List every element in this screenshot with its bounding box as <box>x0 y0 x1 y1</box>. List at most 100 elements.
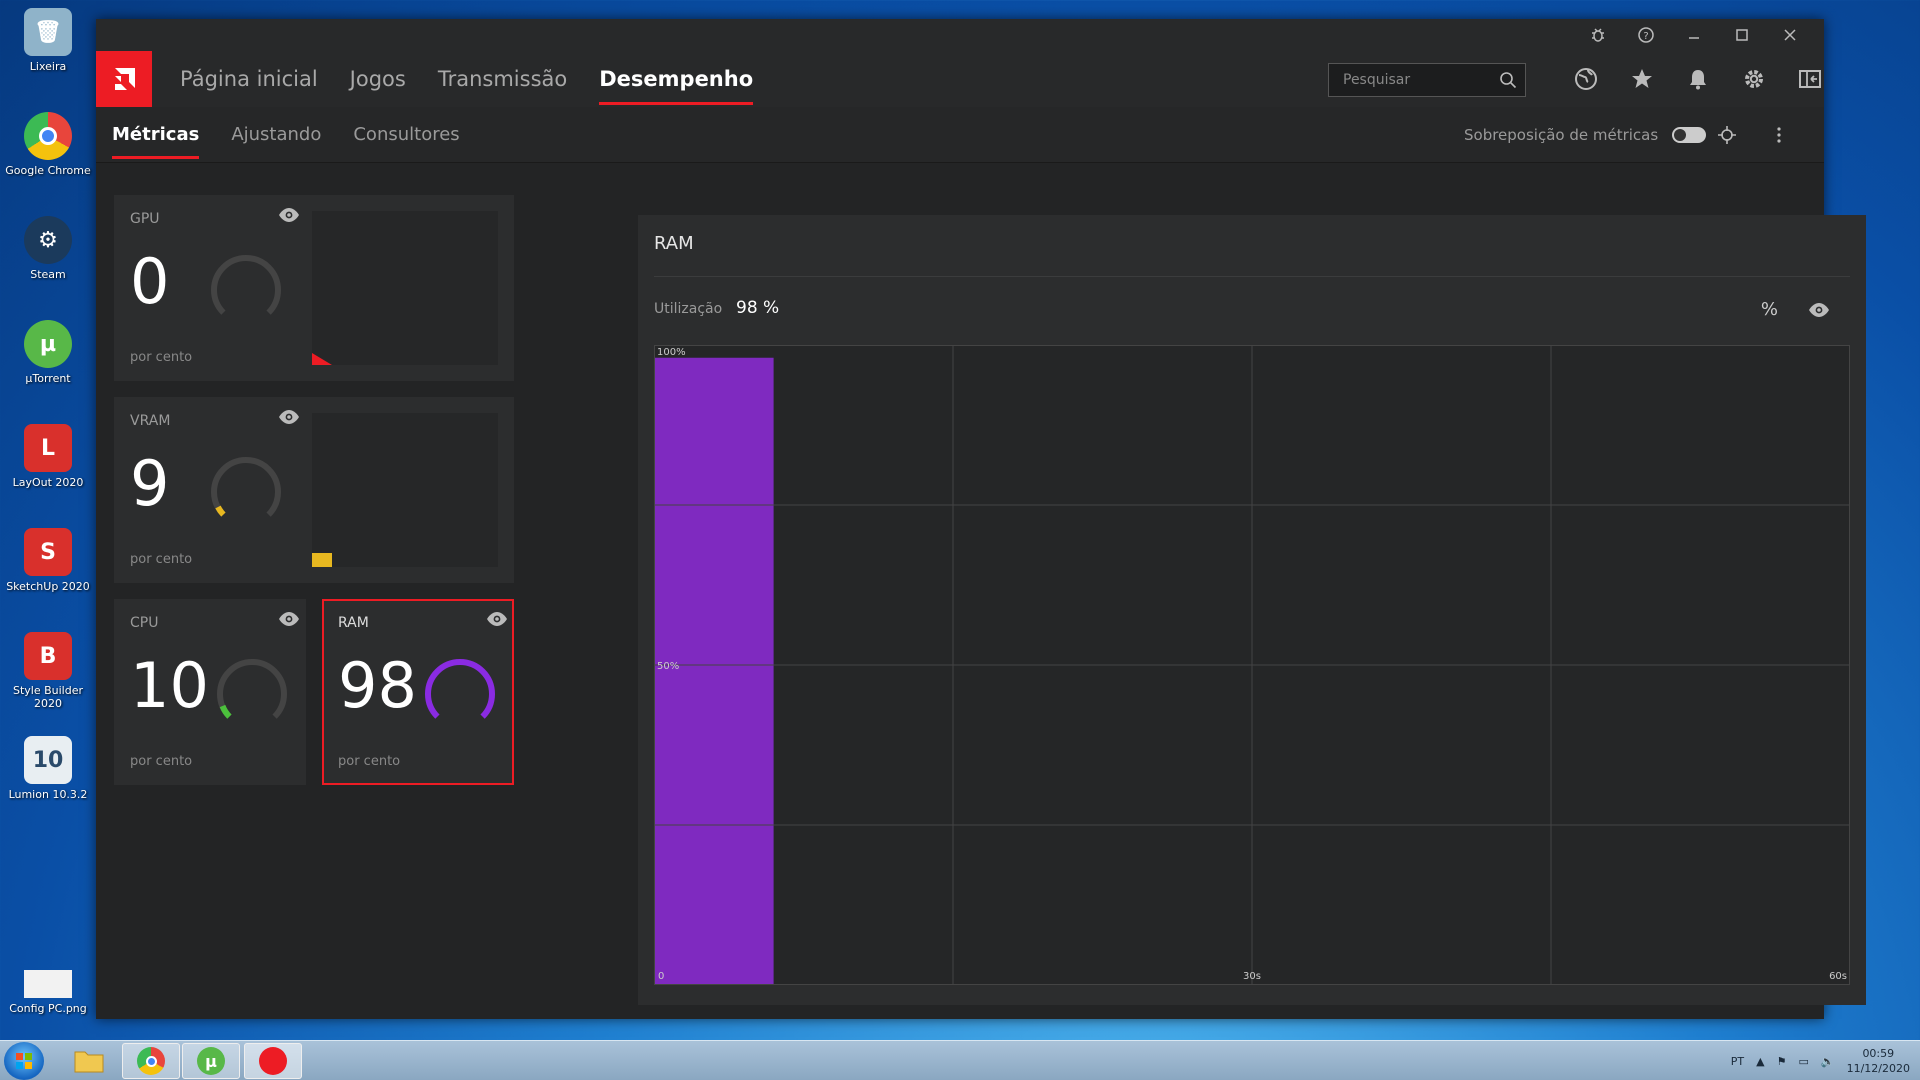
taskbar-chrome[interactable] <box>122 1043 180 1079</box>
main-nav: Página inicial Jogos Transmissão Desempe… <box>96 51 1824 107</box>
metrics-overlay: Sobreposição de métricas <box>1464 107 1707 163</box>
utorrent-icon: µ <box>24 320 72 368</box>
system-tray: PT ▲ ⚑ ▭ 🔈 00:59 11/12/2020 <box>1731 1041 1910 1080</box>
clock[interactable]: 00:59 11/12/2020 <box>1847 1046 1910 1076</box>
chrome-icon <box>137 1047 165 1075</box>
web-button[interactable] <box>1558 67 1614 91</box>
metric-unit: por cento <box>338 754 401 769</box>
metric-label: GPU <box>130 211 160 227</box>
amd-logo[interactable] <box>96 51 152 107</box>
bug-icon <box>1592 28 1604 42</box>
show-hidden-icons[interactable]: ▲ <box>1756 1055 1764 1068</box>
eye-icon[interactable] <box>278 409 300 425</box>
tab-performance[interactable]: Desempenho <box>583 51 769 107</box>
eye-icon[interactable] <box>1808 302 1830 318</box>
desktop-icon-utorrent[interactable]: µ µTorrent <box>0 320 96 385</box>
desktop-icon-sketchup[interactable]: S SketchUp 2020 <box>0 528 96 593</box>
ram-gauge <box>425 659 495 719</box>
metric-card-gpu[interactable]: GPU 0 por cento <box>114 195 514 381</box>
maximize-icon <box>1736 29 1748 41</box>
volume-icon[interactable]: 🔈 <box>1821 1055 1835 1068</box>
steam-icon: ⚙ <box>24 216 72 264</box>
crosshair-icon[interactable] <box>1716 124 1738 146</box>
unit-percent-button[interactable]: % <box>1761 299 1778 320</box>
metric-card-cpu[interactable]: CPU 10 por cento <box>114 599 306 785</box>
tab-home[interactable]: Página inicial <box>164 51 334 107</box>
taskbar-radeon[interactable] <box>244 1043 302 1079</box>
minimize-button[interactable] <box>1670 19 1718 51</box>
metric-card-ram[interactable]: RAM 98 por cento <box>322 599 514 785</box>
chrome-icon <box>24 112 72 160</box>
notifications-button[interactable] <box>1670 67 1726 91</box>
metric-label: CPU <box>130 615 159 631</box>
settings-button[interactable] <box>1726 67 1782 91</box>
bell-icon <box>1690 70 1706 90</box>
desktop-icon-layout[interactable]: L LayOut 2020 <box>0 424 96 489</box>
x-tick-label: 30s <box>1243 971 1261 982</box>
radeon-icon <box>259 1047 287 1075</box>
sidebar-toggle-button[interactable] <box>1782 67 1838 91</box>
search-box <box>1328 63 1526 97</box>
star-icon <box>1632 69 1652 88</box>
language-indicator[interactable]: PT <box>1731 1055 1744 1068</box>
tab-streaming[interactable]: Transmissão <box>422 51 583 107</box>
layout-icon: L <box>24 424 72 472</box>
tab-advisors[interactable]: Consultores <box>337 107 475 163</box>
bug-report-button[interactable] <box>1574 19 1622 51</box>
sketchup-icon: S <box>24 528 72 576</box>
x-tick-label: 60s <box>1829 971 1847 982</box>
eye-icon[interactable] <box>278 611 300 627</box>
folder-icon <box>74 1051 104 1073</box>
close-icon <box>1784 29 1796 41</box>
cpu-gauge <box>217 659 287 719</box>
metric-value: 9 <box>130 447 170 520</box>
start-button[interactable] <box>4 1042 44 1080</box>
desktop-icon-config-pc[interactable]: Config PC.png <box>0 960 96 1015</box>
sub-nav: Métricas Ajustando Consultores Sobreposi… <box>96 107 1824 163</box>
flag-icon[interactable]: ⚑ <box>1777 1055 1787 1068</box>
metric-card-vram[interactable]: VRAM 9 por cento <box>114 397 514 583</box>
desktop-icon-recycle-bin[interactable]: 🗑 Lixeira <box>0 8 96 73</box>
metric-value: 98 <box>338 649 417 722</box>
ram-usage-chart: 100% 50% 0 30s 60s <box>654 345 1850 985</box>
lumion-icon: 10 <box>24 736 72 784</box>
vram-gauge <box>211 457 281 517</box>
metric-label: VRAM <box>130 413 171 429</box>
desktop-icon-lumion[interactable]: 10 Lumion 10.3.2 <box>0 736 96 801</box>
desktop-icon-chrome[interactable]: Google Chrome <box>0 112 96 177</box>
search-icon[interactable] <box>1499 71 1517 89</box>
gpu-sparkline <box>312 211 498 365</box>
help-button[interactable]: ? <box>1622 19 1670 51</box>
gpu-gauge <box>211 255 281 315</box>
desktop-icon-steam[interactable]: ⚙ Steam <box>0 216 96 281</box>
clock-time: 00:59 <box>1862 1047 1895 1060</box>
y-tick-label: 50% <box>657 661 679 672</box>
taskbar-explorer[interactable] <box>60 1043 118 1079</box>
network-icon[interactable]: ▭ <box>1798 1055 1808 1068</box>
x-tick-label: 0 <box>658 971 664 982</box>
tab-metrics[interactable]: Métricas <box>112 107 215 163</box>
tab-games[interactable]: Jogos <box>334 51 422 107</box>
metric-label: RAM <box>338 615 369 631</box>
metrics-overlay-toggle[interactable] <box>1672 127 1707 143</box>
title-bar: ? <box>96 19 1824 51</box>
taskbar-utorrent[interactable]: µ <box>182 1043 240 1079</box>
maximize-button[interactable] <box>1718 19 1766 51</box>
utorrent-icon: µ <box>197 1047 225 1075</box>
close-button[interactable] <box>1766 19 1814 51</box>
help-icon: ? <box>1638 27 1654 43</box>
more-options-icon[interactable] <box>1768 124 1790 146</box>
tab-tuning[interactable]: Ajustando <box>215 107 337 163</box>
style-builder-icon: B <box>24 632 72 680</box>
sidebar-icon <box>1799 70 1821 88</box>
svg-text:?: ? <box>1643 31 1648 42</box>
image-file-icon <box>24 970 72 998</box>
favorites-button[interactable] <box>1614 67 1670 91</box>
vram-sparkline <box>312 413 498 567</box>
globe-icon <box>1575 68 1597 90</box>
eye-icon[interactable] <box>486 611 508 627</box>
eye-icon[interactable] <box>278 207 300 223</box>
metric-unit: por cento <box>130 552 193 567</box>
desktop-icon-style-builder[interactable]: B Style Builder 2020 <box>0 632 96 710</box>
search-input[interactable] <box>1343 72 1493 88</box>
